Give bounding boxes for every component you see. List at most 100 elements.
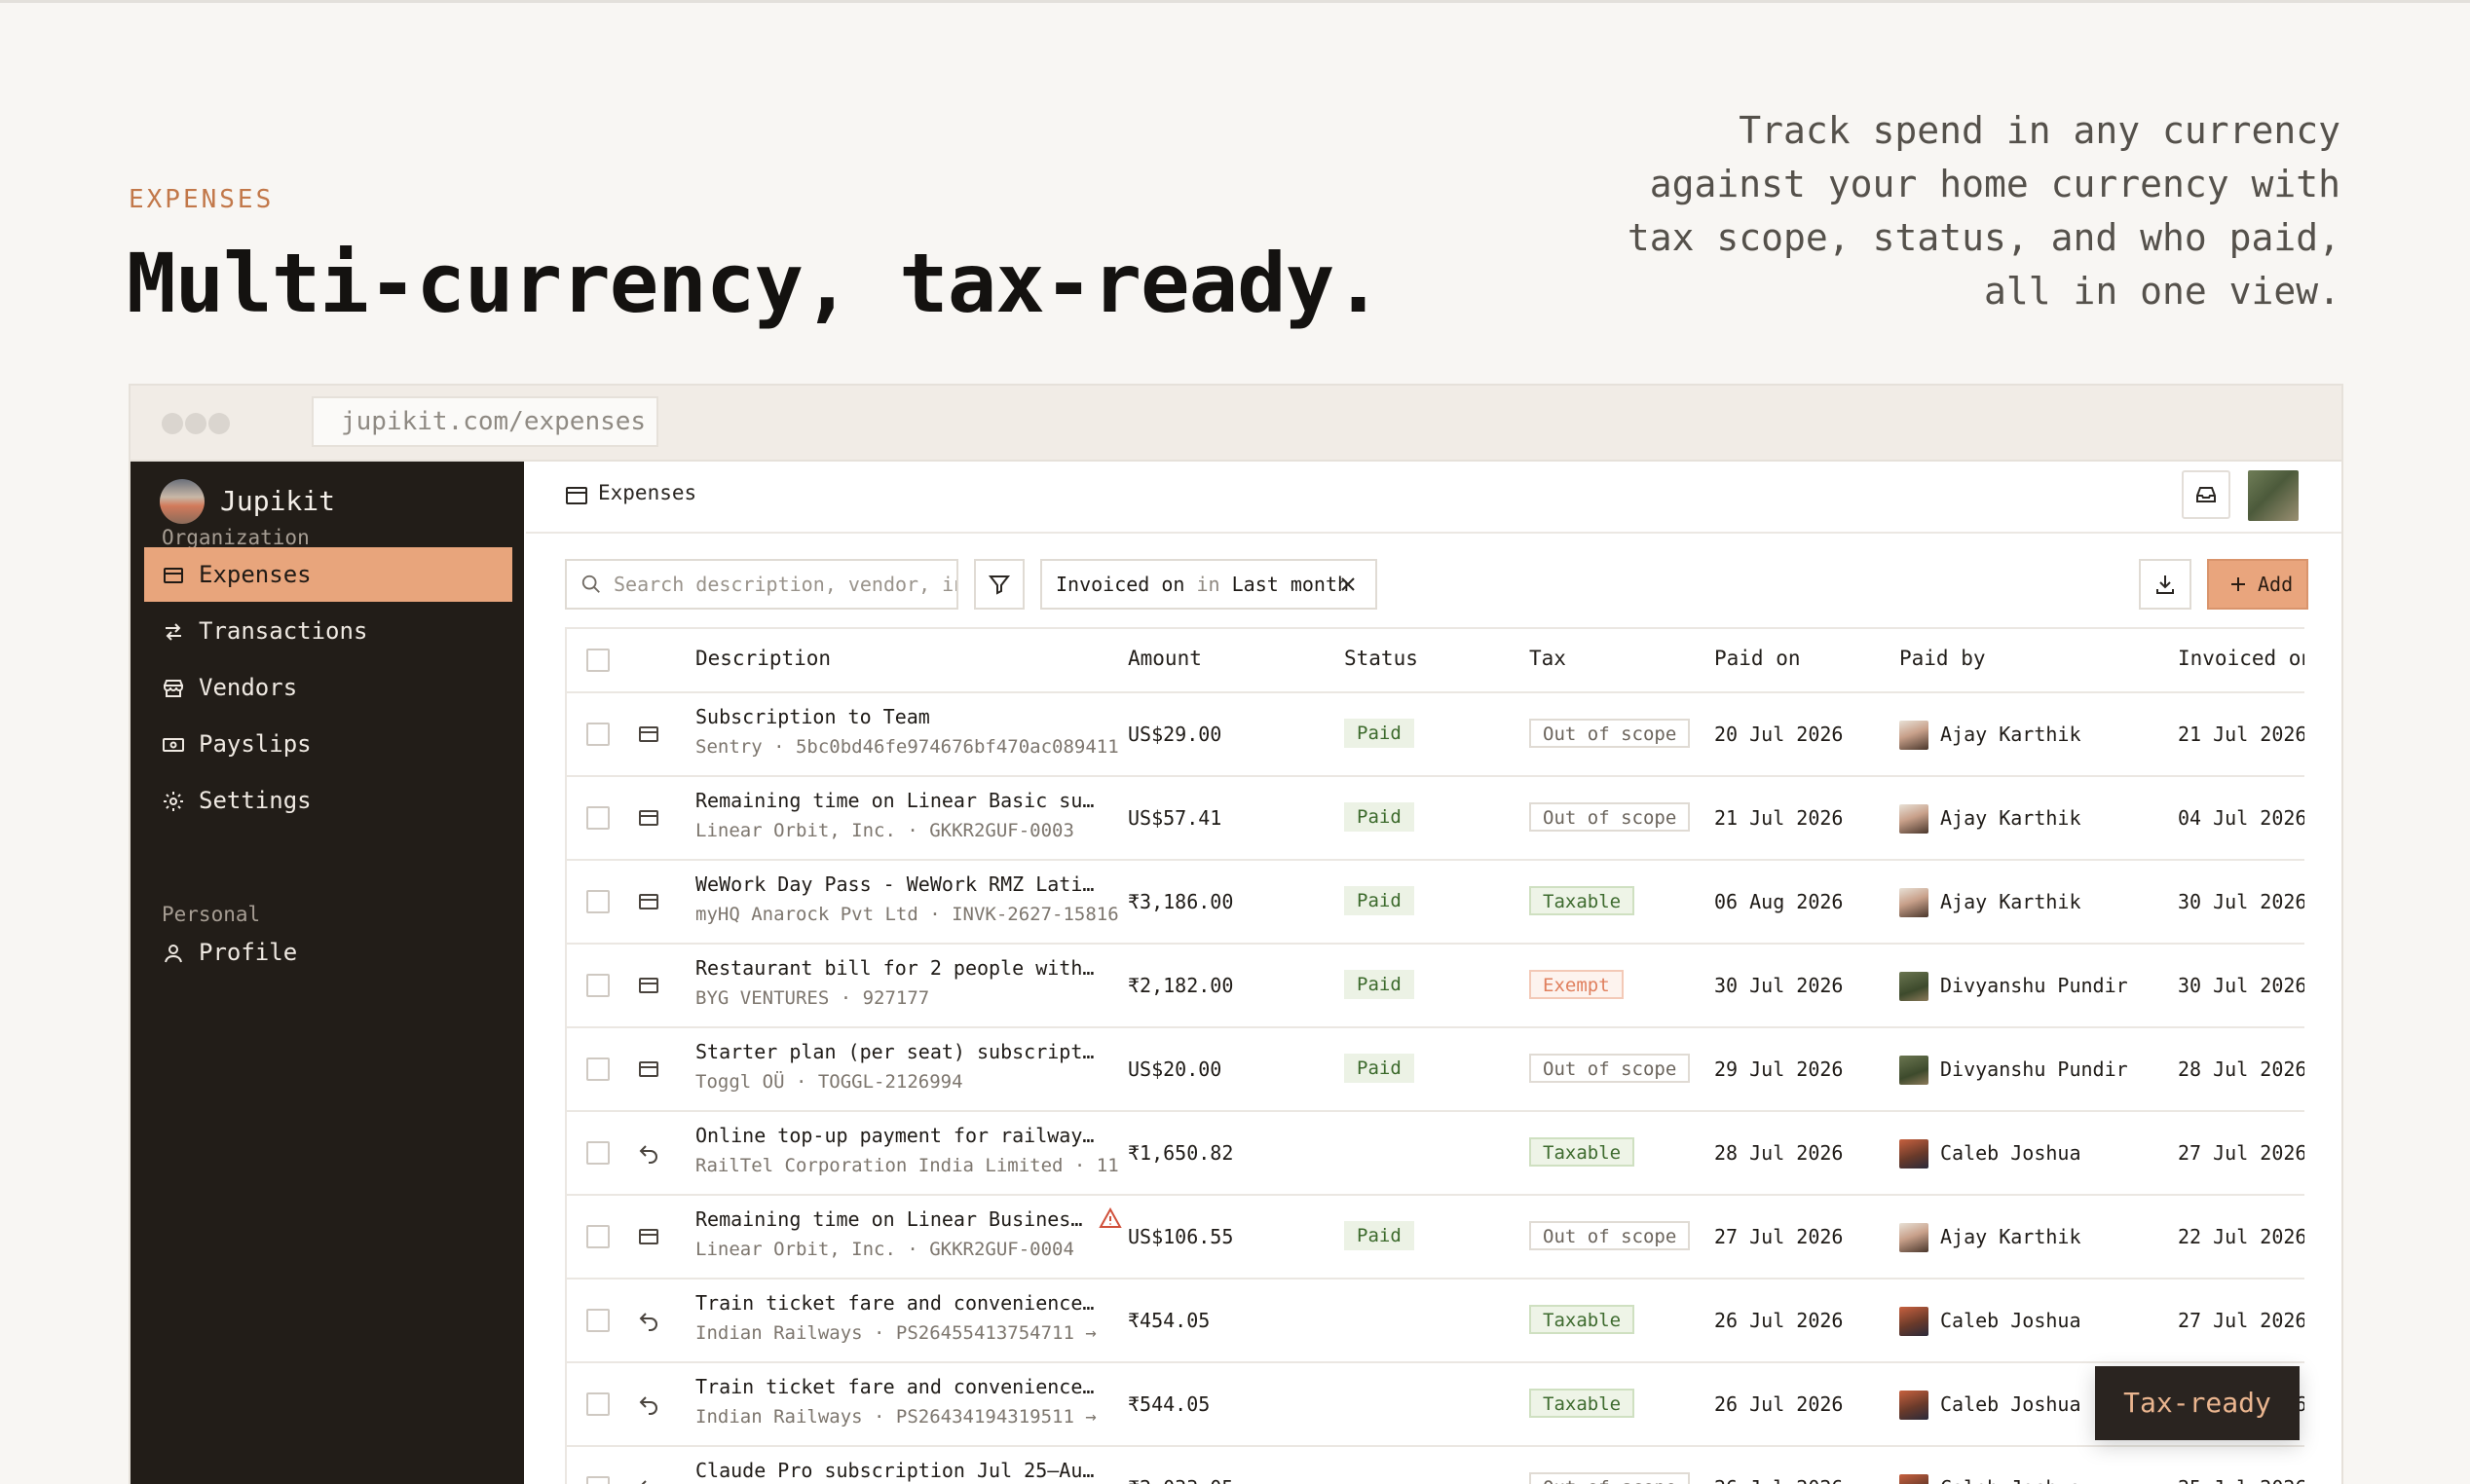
sidebar-item-payslips[interactable]: Payslips [144,717,512,771]
column-header-paid-on[interactable]: Paid on [1714,647,1801,670]
row-checkbox[interactable] [586,1392,610,1416]
filter-chip[interactable]: Invoiced on in Last month [1040,559,1377,610]
section-label-organization: Organization [162,526,310,549]
inbox-icon [2196,487,2216,502]
search-input[interactable]: Search description, vendor, invoice [565,559,958,610]
reimburse-icon [639,1313,657,1331]
row-description: Remaining time on Linear Basic subs… [695,789,1104,812]
brand-logo[interactable] [160,479,205,524]
sidebar-item-transactions[interactable]: Transactions [144,604,512,658]
close-icon[interactable] [1338,575,1358,594]
tagline-line: all in one view. [1983,270,2340,313]
row-checkbox[interactable] [586,1225,610,1248]
add-button-label: Add [2258,573,2294,596]
row-checkbox[interactable] [586,1309,610,1332]
payer-avatar [1899,1139,1928,1169]
warning-icon[interactable] [1099,1207,1122,1229]
status-badge: Paid [1344,886,1414,915]
sidebar-item-expenses[interactable]: Expenses [144,547,512,602]
select-all-checkbox[interactable] [586,649,610,672]
payer-avatar [1899,1474,1928,1484]
inbox-button[interactable] [2182,470,2230,519]
sidebar-item-profile[interactable]: Profile [144,925,512,980]
table-row[interactable]: Train ticket fare and convenience f… Indi… [567,1280,2304,1363]
tax-badge: Out of scope [1529,802,1691,832]
row-amount: ₹454.05 [1128,1309,1211,1332]
column-header-tax[interactable]: Tax [1529,647,1566,670]
tagline-line: against your home currency with [1649,163,2340,205]
table-row[interactable]: Claude Pro subscription Jul 25–Aug … ₹2,0… [567,1447,2304,1484]
row-amount: ₹544.05 [1128,1392,1211,1416]
window-close-dot[interactable] [162,413,183,434]
row-description: Online top-up payment for railway s… [695,1124,1104,1147]
download-button[interactable] [2139,559,2191,610]
row-paid-by: Ajay Karthik [1940,723,2081,746]
table-row[interactable]: WeWork Day Pass - WeWork RMZ Latitu… myHQ… [567,861,2304,945]
user-icon [165,945,182,963]
arrows-swap-icon [166,623,181,641]
row-paid-on: 06 Aug 2026 [1714,890,1844,913]
brand-name[interactable]: Jupikit [220,485,335,517]
table-row[interactable]: Restaurant bill for 2 people with m… BYG … [567,945,2304,1028]
column-header-invoiced-on[interactable]: Invoiced on [2178,647,2304,670]
column-header-description[interactable]: Description [695,647,831,670]
row-description: Remaining time on Linear Busines… [695,1207,1083,1231]
row-amount: US$106.55 [1128,1225,1234,1248]
row-checkbox[interactable] [586,1141,610,1165]
column-header-amount[interactable]: Amount [1128,647,1202,670]
table-row[interactable]: Online top-up payment for railway s… Rail… [567,1112,2304,1196]
column-header-status[interactable]: Status [1344,647,1418,670]
row-invoiced-on: 30 Jul 2026 [2178,974,2304,997]
table-row[interactable]: Starter plan (per seat) subscription Togg… [567,1028,2304,1112]
row-paid-on: 21 Jul 2026 [1714,806,1844,830]
row-paid-by: Divyanshu Pundir [1940,974,2128,997]
sidebar-item-label: Transactions [199,617,368,645]
tax-ready-toast: Tax-ready [2095,1366,2300,1440]
add-button[interactable]: Add [2207,559,2308,610]
table-header: Description Amount Status Tax Paid on Pa… [567,629,2304,693]
table-row[interactable]: Subscription to Team Sentry · 5bc0bd46fe9… [567,693,2304,777]
row-invoiced-on: 21 Jul 2026 [2178,723,2304,746]
row-vendor-ref: Toggl OÜ · TOGGL-2126994 [695,1071,963,1093]
payer-avatar [1899,721,1928,750]
row-paid-on: 30 Jul 2026 [1714,974,1844,997]
tagline-line: Track spend in any currency [1739,109,2340,152]
row-checkbox[interactable] [586,806,610,830]
card-icon [639,810,658,826]
user-avatar[interactable] [2248,470,2299,521]
hero-tagline: Track spend in any currency against your… [1561,104,2340,318]
row-checkbox[interactable] [586,723,610,746]
row-paid-by: Caleb Joshua [1940,1141,2081,1165]
sidebar-item-vendors[interactable]: Vendors [144,660,512,715]
chip-value: Last month [1231,573,1350,596]
card-icon [639,726,658,742]
row-checkbox[interactable] [586,890,610,913]
table-row[interactable]: Train ticket fare and convenience f… Indi… [567,1363,2304,1447]
window-maximize-dot[interactable] [208,413,230,434]
card-icon [639,978,658,993]
row-checkbox[interactable] [586,974,610,997]
sidebar-item-settings[interactable]: Settings [144,773,512,828]
row-paid-on: 28 Jul 2026 [1714,1141,1844,1165]
sidebar: Jupikit Organization Expenses Transactio… [131,462,524,1484]
row-checkbox[interactable] [586,1476,610,1484]
row-vendor-ref: Indian Railways · PS26455413754711 → [695,1322,1097,1344]
sidebar-item-label: Payslips [199,730,312,758]
column-header-paid-by[interactable]: Paid by [1899,647,1986,670]
table-row[interactable]: Remaining time on Linear Basic subs… Line… [567,777,2304,861]
row-description: WeWork Day Pass - WeWork RMZ Latitu… [695,872,1104,896]
sidebar-item-label: Vendors [199,674,298,701]
filter-button[interactable] [974,559,1025,610]
section-eyebrow: EXPENSES [129,185,275,214]
window-minimize-dot[interactable] [185,413,206,434]
section-label-personal: Personal [162,903,261,926]
row-vendor-ref: Linear Orbit, Inc. · GKKR2GUF-0003 [695,820,1074,841]
breadcrumb[interactable]: Expenses [598,481,696,504]
expenses-table: Description Amount Status Tax Paid on Pa… [565,627,2304,1484]
row-checkbox[interactable] [586,1057,610,1081]
url-bar[interactable]: jupikit.com/expenses [312,396,658,447]
tax-badge: Taxable [1529,1305,1635,1334]
status-badge: Paid [1344,1221,1414,1250]
table-row[interactable]: Remaining time on Linear Busines… Linear … [567,1196,2304,1280]
row-invoiced-on: 28 Jul 2026 [2178,1057,2304,1081]
